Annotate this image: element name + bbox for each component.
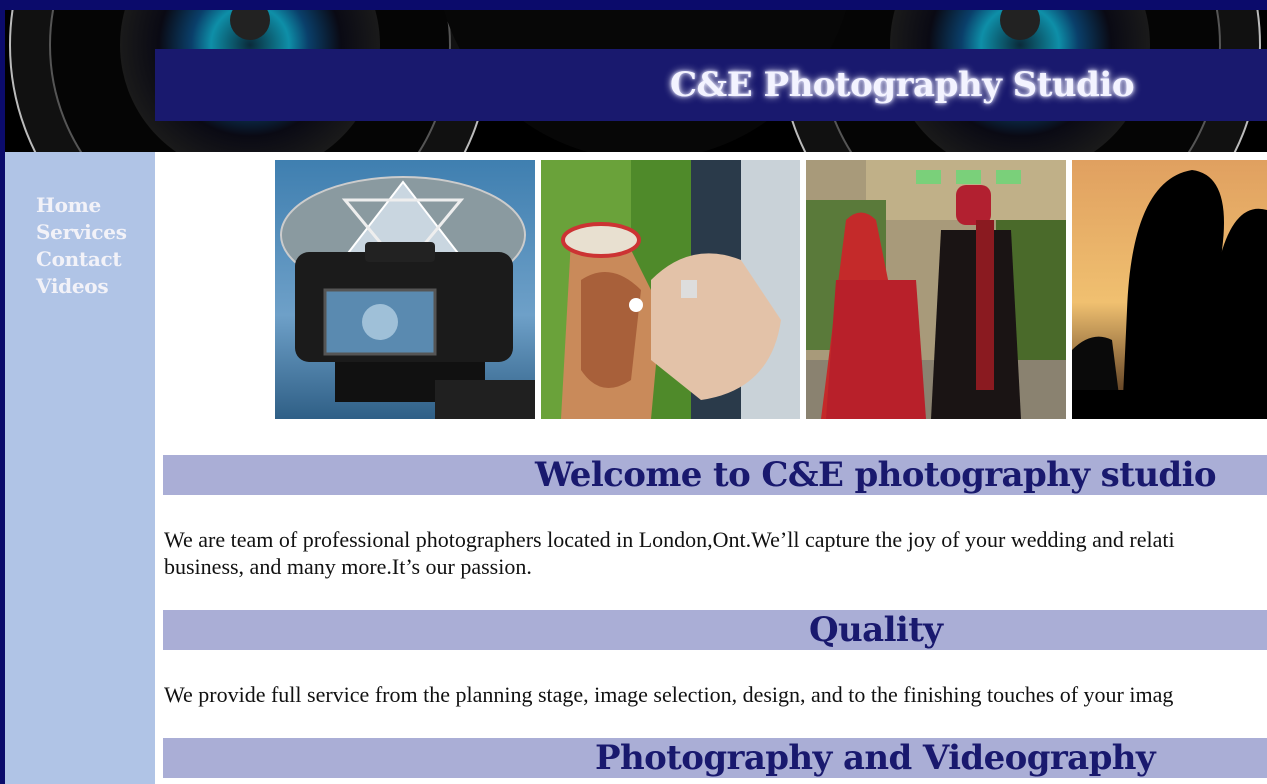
photo-video-heading: Photography and Videography [595,738,1156,778]
header-banner: C&E Photography Studio [5,10,1267,152]
welcome-text-line-1: We are team of professional photographer… [164,527,1175,552]
welcome-paragraph: We are team of professional photographer… [164,526,1267,580]
photo-gallery [275,160,1267,419]
quality-paragraph: We provide full service from the plannin… [164,681,1267,708]
hands-rings-photo [541,160,800,419]
nav-link-home[interactable]: Home [36,192,127,219]
nav-link-services[interactable]: Services [36,219,127,246]
nav-link-contact[interactable]: Contact [36,246,127,273]
welcome-text-line-2: business, and many more.It’s our passion… [164,554,532,579]
quality-heading: Quality [809,610,943,650]
photo-video-heading-bar: Photography and Videography [163,738,1267,778]
welcome-heading: Welcome to C&E photography studio [535,455,1217,495]
sidebar: Home Services Contact Videos [5,152,155,784]
bride-groom-photo [806,160,1066,419]
welcome-heading-bar: Welcome to C&E photography studio [163,455,1267,495]
quality-heading-bar: Quality [163,610,1267,650]
page-frame: C&E Photography Studio Home Services Con… [5,10,1267,784]
quality-text-line-1: We provide full service from the plannin… [164,682,1174,707]
title-bar: C&E Photography Studio [155,49,1267,121]
nav-link-videos[interactable]: Videos [36,273,127,300]
main-nav: Home Services Contact Videos [36,192,127,300]
camera-photo [275,160,535,419]
silhouette-couple-photo [1072,160,1267,419]
site-title: C&E Photography Studio [670,65,1135,105]
